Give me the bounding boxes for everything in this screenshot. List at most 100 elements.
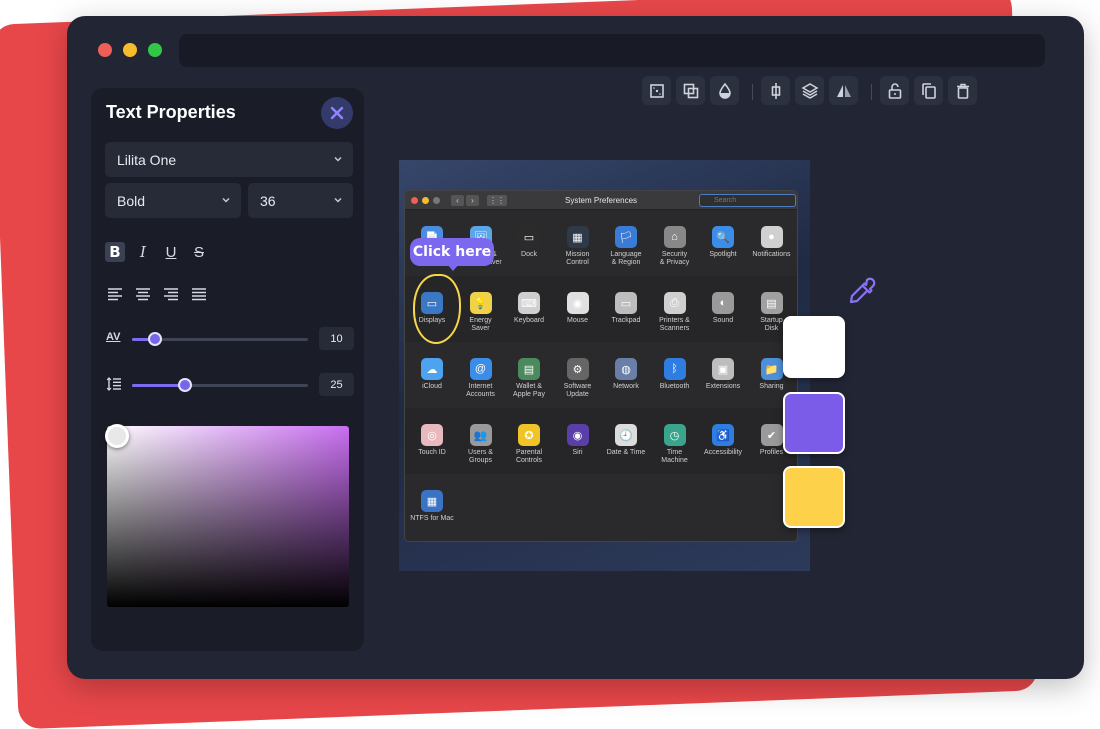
- sp-pane-label: NTFS for Mac: [410, 515, 454, 522]
- sp-pane-item[interactable]: ▦ Mission Control: [554, 226, 602, 267]
- sp-pane-label: iCloud: [422, 383, 442, 390]
- sp-pane-icon: ⌨: [518, 292, 540, 314]
- sp-pane-item[interactable]: ✪ Parental Controls: [505, 424, 553, 465]
- sp-pane-item[interactable]: ♿ Accessibility: [699, 424, 747, 457]
- sp-pane-label: Mouse: [566, 317, 588, 324]
- window-close-button[interactable]: [98, 43, 112, 57]
- color-picker-area[interactable]: [105, 424, 349, 607]
- sp-pane-icon: ✪: [518, 424, 540, 446]
- canvas-image[interactable]: ‹ › ⋮⋮ System Preferences Search 📄Genera…: [399, 160, 810, 571]
- sp-pane-item[interactable]: 👥 Users & Groups: [457, 424, 505, 465]
- sp-pane-item[interactable]: ⎙ Printers & Scanners: [651, 292, 699, 333]
- align-left-icon: [108, 288, 122, 301]
- letter-spacing-thumb[interactable]: [148, 332, 162, 346]
- sp-pane-label: Dock: [521, 251, 537, 258]
- font-size-select[interactable]: 36: [248, 183, 353, 218]
- window-zoom-button[interactable]: [148, 43, 162, 57]
- sp-pane-item[interactable]: ▭ Trackpad: [602, 292, 650, 325]
- sp-pane-item[interactable]: ▭ Dock: [505, 226, 553, 259]
- bold-button[interactable]: B: [105, 242, 125, 262]
- line-height-slider[interactable]: [132, 378, 308, 392]
- sp-pane-label: Mission Control: [565, 251, 590, 266]
- duplicate-icon: [921, 82, 936, 99]
- eyedropper-icon[interactable]: [846, 274, 880, 308]
- window-minimize-button[interactable]: [123, 43, 137, 57]
- align-left-button[interactable]: [105, 284, 125, 304]
- sp-pane-label: Date & Time: [606, 449, 646, 456]
- color-picker-thumb[interactable]: [105, 424, 129, 448]
- sp-pane-label: Users & Groups: [468, 449, 493, 464]
- sp-row: ▭ Displays 💡 Energy Saver ⌨ Keyboard ◉ Mouse ▭ Tr…: [405, 276, 797, 342]
- swatch-yellow[interactable]: [783, 466, 845, 528]
- align-center-text-icon: [136, 288, 150, 301]
- address-bar[interactable]: [179, 34, 1045, 67]
- sp-pane-label: Wallet & Apple Pay: [513, 383, 545, 398]
- sp-pane-icon: 💡: [469, 292, 492, 314]
- sp-pane-item[interactable]: ◍ Network: [602, 358, 650, 391]
- align-right-button[interactable]: [161, 284, 181, 304]
- sp-pane-item[interactable]: @ Internet Accounts: [457, 358, 505, 399]
- duplicate-button[interactable]: [914, 76, 943, 105]
- opacity-button[interactable]: [710, 76, 739, 105]
- swatch-purple[interactable]: [783, 392, 845, 454]
- toolbar-group-object: [880, 76, 977, 106]
- sp-pane-item[interactable]: ▣ Extensions: [699, 358, 747, 391]
- sp-pane-item[interactable]: ◐ Sound: [699, 292, 747, 325]
- sp-pane-label: Extensions: [705, 383, 741, 390]
- italic-button[interactable]: I: [133, 242, 153, 262]
- align-justify-button[interactable]: [189, 284, 209, 304]
- sp-pane-icon: ◷: [663, 424, 686, 446]
- sp-pane-label: Touch ID: [418, 449, 446, 456]
- layers-overlap-icon: [683, 83, 698, 98]
- sp-pane-label: Notifications: [752, 251, 791, 258]
- delete-button[interactable]: [948, 76, 977, 105]
- sp-pane-item[interactable]: ⌨ Keyboard: [505, 292, 553, 325]
- sp-pane-label: Siri: [572, 449, 583, 456]
- align-center-button[interactable]: [761, 76, 790, 105]
- sp-pane-item[interactable]: ⌂ Security & Privacy: [651, 226, 699, 267]
- sp-pane-item[interactable]: ▦ NTFS for Mac: [408, 490, 456, 523]
- sp-pane-icon: ◐: [712, 292, 734, 314]
- letter-spacing-value[interactable]: 10: [319, 327, 354, 350]
- sp-pane-item[interactable]: 🔍 Spotlight: [699, 226, 747, 259]
- underline-button[interactable]: U: [161, 242, 181, 262]
- grid-button[interactable]: [642, 76, 671, 105]
- font-weight-select[interactable]: Bold: [105, 183, 241, 218]
- line-height-value[interactable]: 25: [319, 373, 354, 396]
- sp-search-field: Search: [699, 194, 796, 207]
- sp-pane-icon: 📁: [760, 358, 783, 380]
- line-height-thumb[interactable]: [178, 378, 192, 392]
- sp-pane-item[interactable]: ● Notifications: [748, 226, 796, 259]
- sp-pane-item[interactable]: 🏳 Language & Region: [602, 226, 650, 267]
- sp-pane-item[interactable]: 💡 Energy Saver: [457, 292, 505, 333]
- sp-pane-item[interactable]: ⚙ Software Update: [554, 358, 602, 399]
- line-height-icon: [107, 377, 121, 391]
- letter-spacing-slider[interactable]: [132, 332, 308, 346]
- sp-pane-item[interactable]: ▤ Wallet & Apple Pay: [505, 358, 553, 399]
- sp-pane-item[interactable]: ◉ Mouse: [554, 292, 602, 325]
- sp-pane-label: Spotlight: [709, 251, 737, 258]
- panel-close-button[interactable]: [321, 97, 353, 129]
- lock-button[interactable]: [880, 76, 909, 105]
- align-justify-icon: [192, 288, 206, 301]
- sp-pane-item[interactable]: ᛒ Bluetooth: [651, 358, 699, 391]
- unlock-icon: [888, 82, 901, 99]
- sp-pane-item[interactable]: 🕘 Date & Time: [602, 424, 650, 457]
- sp-pane-label: Time Machine: [661, 449, 688, 464]
- swatch-white[interactable]: [783, 316, 845, 378]
- overlap-button[interactable]: [676, 76, 705, 105]
- panel-title: Text Properties: [106, 102, 236, 122]
- sp-row: ☁ iCloud @ Internet Accounts ▤ Wallet & Apple…: [405, 342, 797, 408]
- sp-pane-item[interactable]: ☁ iCloud: [408, 358, 456, 391]
- sp-pane-item[interactable]: ◷ Time Machine: [651, 424, 699, 465]
- trash-icon: [956, 83, 969, 99]
- layers-button[interactable]: [795, 76, 824, 105]
- font-family-select[interactable]: Lilita One: [105, 142, 353, 177]
- sp-pane-icon: ●: [760, 226, 783, 248]
- sp-pane-item[interactable]: ◎ Touch ID: [408, 424, 456, 457]
- flip-button[interactable]: [829, 76, 858, 105]
- sp-pane-item[interactable]: ◉ Siri: [554, 424, 602, 457]
- sp-pane-label: Sharing: [759, 383, 784, 390]
- strikethrough-button[interactable]: S: [189, 242, 209, 262]
- align-center-text-button[interactable]: [133, 284, 153, 304]
